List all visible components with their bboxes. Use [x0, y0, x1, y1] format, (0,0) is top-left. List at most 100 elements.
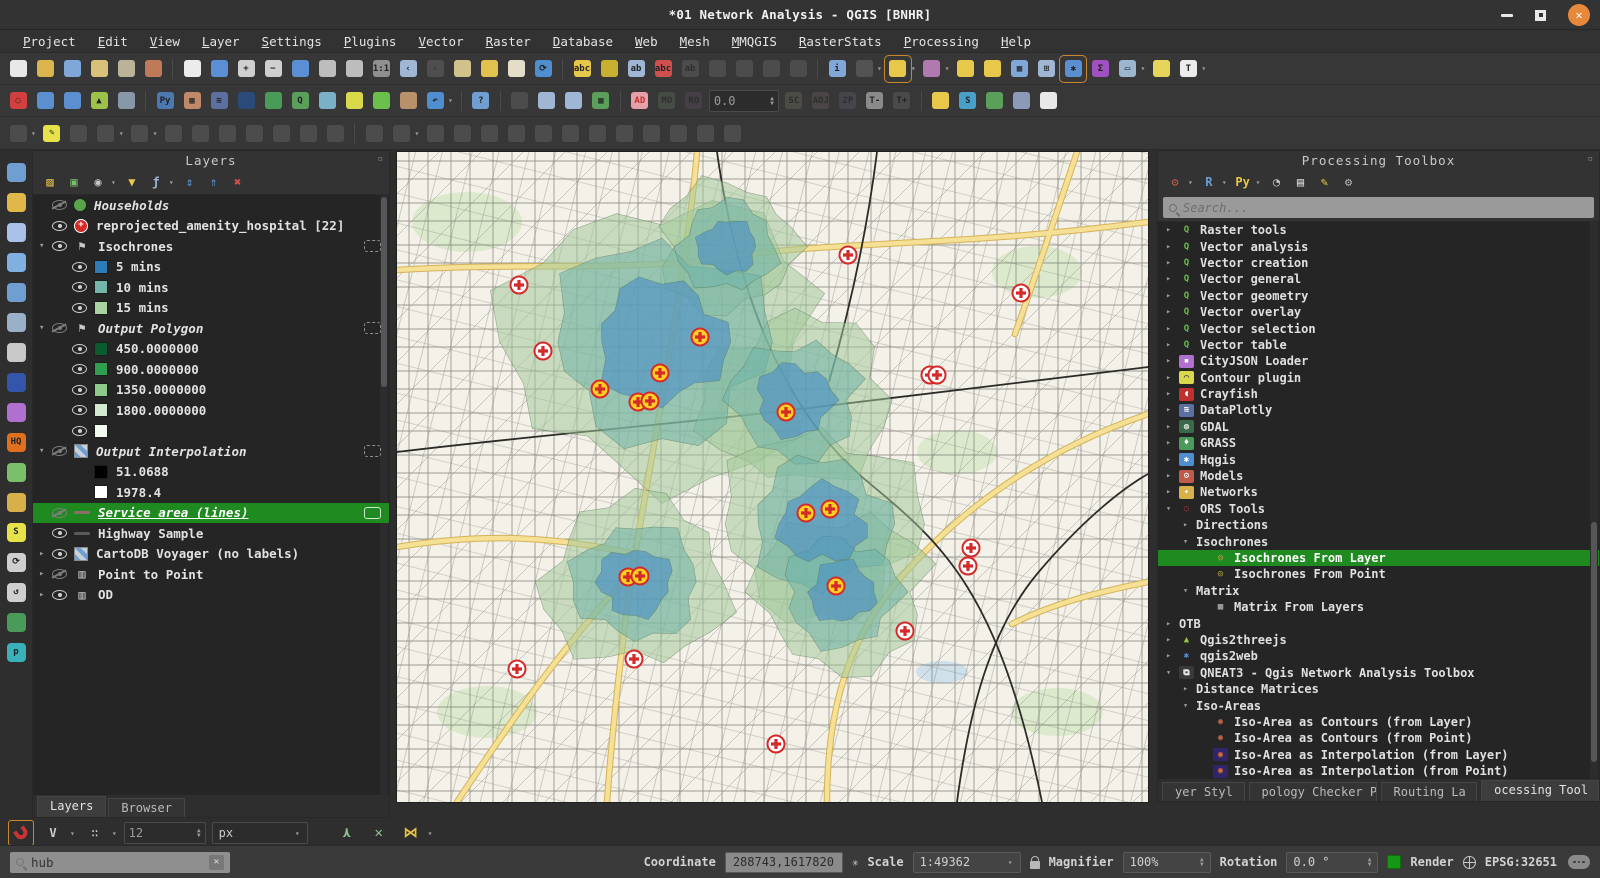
- gdrive-layers-icon[interactable]: [4, 610, 28, 634]
- r-scripts-menu-icon[interactable]: R: [1200, 173, 1218, 191]
- coordinate-input[interactable]: 288743,1617820: [725, 852, 843, 873]
- undo-plugin-icon[interactable]: ↺: [4, 580, 28, 604]
- new-spatial-bookmark-icon[interactable]: [477, 57, 501, 81]
- zoom-in-icon[interactable]: +: [234, 57, 258, 81]
- layer-row[interactable]: 15 mins: [33, 298, 389, 319]
- layer-row[interactable]: [33, 421, 389, 442]
- messages-icon[interactable]: [1568, 855, 1590, 869]
- toolbox-item[interactable]: ▸▲Qgis2threejs: [1158, 632, 1599, 648]
- enable-snapping-icon[interactable]: [8, 820, 34, 846]
- highlight-labels-icon[interactable]: abc: [651, 57, 675, 81]
- python-console-icon[interactable]: Py: [153, 89, 177, 113]
- hospital-marker[interactable]: [626, 651, 643, 668]
- menu-raster[interactable]: Raster: [477, 32, 540, 51]
- toolbox-item[interactable]: ◉Iso-Area as Interpolation (from Point): [1158, 763, 1599, 779]
- toolbox-item[interactable]: ▸QVector creation: [1158, 255, 1599, 271]
- expander-icon[interactable]: ▾: [39, 446, 52, 456]
- toolbox-item[interactable]: ▦Matrix From Layers: [1158, 599, 1599, 615]
- osm-search-icon[interactable]: [4, 460, 28, 484]
- layer-labeling-icon[interactable]: abc: [570, 57, 594, 81]
- menu-layer[interactable]: Layer: [193, 32, 249, 51]
- expander-icon[interactable]: ▾: [39, 241, 52, 251]
- zoom-native-icon[interactable]: 1:1: [369, 57, 393, 81]
- expander-icon[interactable]: ▸: [1166, 405, 1179, 415]
- locator-search-input[interactable]: hub ✕: [10, 852, 230, 873]
- add-mesh-frame-icon[interactable]: [4, 310, 28, 334]
- dropdown-caret-icon[interactable]: ▾: [1222, 178, 1227, 187]
- add-wfs-layer-icon[interactable]: [60, 89, 84, 113]
- toolbox-item[interactable]: ▸QRaster tools: [1158, 222, 1599, 238]
- clear-search-icon[interactable]: ✕: [209, 855, 224, 870]
- hospital-marker-selected[interactable]: [798, 505, 815, 522]
- menu-help[interactable]: Help: [992, 32, 1040, 51]
- edit-features-inplace-icon[interactable]: ✎: [1315, 173, 1333, 191]
- manage-map-themes-icon[interactable]: ◉: [89, 173, 107, 191]
- hospital-marker[interactable]: [929, 367, 946, 384]
- expander-icon[interactable]: ▸: [1166, 635, 1179, 645]
- dock-float-icon[interactable]: ▫: [378, 154, 384, 164]
- traveltime-t-minus-icon[interactable]: T-: [863, 89, 887, 113]
- refresh-plugin-icon[interactable]: ⟳: [4, 550, 28, 574]
- hospital-marker-selected[interactable]: [692, 329, 709, 346]
- snapping-units-combo[interactable]: px▾: [212, 822, 308, 844]
- toolbox-item[interactable]: ▸✱Hqgis: [1158, 451, 1599, 467]
- expander-icon[interactable]: ▸: [1166, 356, 1179, 366]
- layer-row[interactable]: Highway Sample: [33, 523, 389, 544]
- toolbox-item[interactable]: ◉Iso-Area as Interpolation (from Layer): [1158, 747, 1599, 763]
- expander-icon[interactable]: ▸: [1166, 373, 1179, 383]
- menu-view[interactable]: View: [141, 32, 189, 51]
- layer-visibility-eye-icon[interactable]: [72, 426, 87, 436]
- menu-project[interactable]: Project: [14, 32, 85, 51]
- hospital-marker[interactable]: [963, 540, 980, 557]
- render-checkbox[interactable]: [1387, 855, 1401, 869]
- results-viewer-icon[interactable]: ▤: [1291, 173, 1309, 191]
- dropdown-caret-icon[interactable]: ▾: [31, 129, 36, 138]
- geo-locator-icon[interactable]: [4, 370, 28, 394]
- layer-row[interactable]: Households: [33, 195, 389, 216]
- layer-row[interactable]: 51.0688: [33, 462, 389, 483]
- deselect-features-icon[interactable]: [953, 57, 977, 81]
- toolbox-item[interactable]: ▸QVector table: [1158, 337, 1599, 353]
- crs-globe-icon[interactable]: [1463, 856, 1476, 869]
- topological-editing-icon[interactable]: ⋏: [334, 820, 360, 846]
- db-manager-icon[interactable]: [4, 340, 28, 364]
- hospital-marker[interactable]: [535, 343, 552, 360]
- layer-row[interactable]: ▸▥Point to Point: [33, 564, 389, 585]
- new-print-layout-icon[interactable]: [87, 57, 111, 81]
- dock-tab-layers[interactable]: Layers: [37, 796, 106, 817]
- network-check-icon[interactable]: [535, 89, 559, 113]
- expander-icon[interactable]: ▸: [1183, 520, 1196, 530]
- search-layers-icon[interactable]: Q: [288, 89, 312, 113]
- add-mesh-layer-icon[interactable]: [4, 280, 28, 304]
- expander-icon[interactable]: ▾: [1166, 668, 1179, 678]
- select-by-form-icon[interactable]: [980, 57, 1004, 81]
- toolbox-group[interactable]: ▸Directions: [1158, 517, 1599, 533]
- menu-rasterstats[interactable]: RasterStats: [790, 32, 891, 51]
- layer-visibility-eye-icon[interactable]: [72, 405, 87, 415]
- filter-legend-icon[interactable]: ▼: [123, 173, 141, 191]
- help-contents-icon[interactable]: ?: [469, 89, 493, 113]
- toolbox-item[interactable]: ▸◖Crayfish: [1158, 386, 1599, 402]
- add-spline-layer-icon[interactable]: [4, 250, 28, 274]
- expander-icon[interactable]: ▸: [39, 590, 52, 600]
- zoom-out-icon[interactable]: −: [261, 57, 285, 81]
- toolbox-item[interactable]: ▾◌ORS Tools: [1158, 501, 1599, 517]
- menu-processing[interactable]: Processing: [895, 32, 988, 51]
- dropdown-caret-icon[interactable]: ▾: [153, 129, 158, 138]
- dropdown-caret-icon[interactable]: ▾: [1140, 64, 1145, 73]
- expander-icon[interactable]: ▸: [1166, 455, 1179, 465]
- expander-icon[interactable]: ▸: [1166, 258, 1179, 268]
- layer-visibility-eye-icon[interactable]: [72, 282, 87, 292]
- expander-icon[interactable]: ▸: [1166, 242, 1179, 252]
- layer-diagram-icon[interactable]: [597, 57, 621, 81]
- toolbox-scrollbar[interactable]: [1590, 222, 1598, 779]
- expander-icon[interactable]: ▾: [1183, 586, 1196, 596]
- project-open-icon[interactable]: [33, 57, 57, 81]
- menu-web[interactable]: Web: [626, 32, 667, 51]
- toolbox-item[interactable]: ▸QVector geometry: [1158, 288, 1599, 304]
- hospital-marker[interactable]: [897, 623, 914, 640]
- map-tips-icon[interactable]: [1149, 57, 1173, 81]
- toolbox-item[interactable]: ◉Iso-Area as Contours (from Point): [1158, 730, 1599, 746]
- expander-icon[interactable]: ▸: [1166, 651, 1179, 661]
- expander-icon[interactable]: ▸: [1166, 225, 1179, 235]
